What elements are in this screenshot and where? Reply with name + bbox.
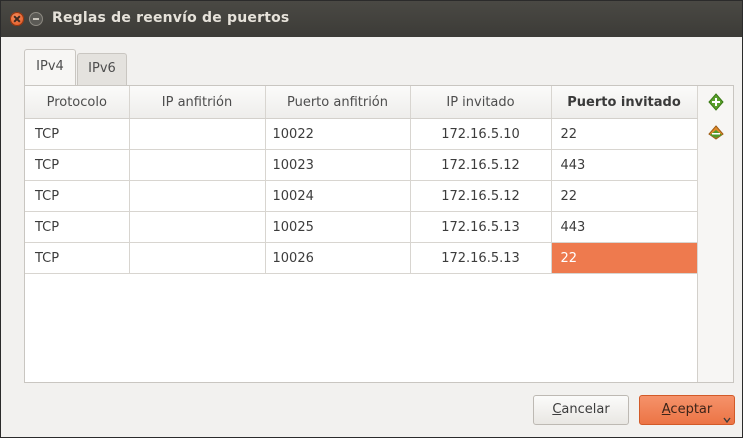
column-header-guest-ip[interactable]: IP invitado	[410, 86, 552, 119]
cancel-button[interactable]: Cancelar	[533, 395, 629, 425]
table-row[interactable]: TCP 10022 172.16.5.10 22	[25, 118, 698, 150]
cell-protocol[interactable]: TCP	[25, 149, 130, 181]
cancel-label: ancelar	[561, 402, 610, 417]
rules-table-container[interactable]: Protocolo IP anfitrión Puerto anfitrión …	[25, 86, 698, 382]
cell-guest-port[interactable]: 22	[551, 180, 698, 212]
accept-button[interactable]: Aceptar	[639, 395, 735, 425]
cell-host-ip[interactable]	[129, 118, 266, 150]
cell-host-port[interactable]: 10024	[265, 180, 411, 212]
cell-protocol[interactable]: TCP	[25, 118, 130, 150]
cell-host-ip[interactable]	[129, 211, 266, 243]
column-header-protocol[interactable]: Protocolo	[25, 86, 130, 119]
cell-guest-port[interactable]: 22	[551, 118, 698, 150]
cell-guest-port[interactable]: 443	[551, 149, 698, 181]
table-header-row: Protocolo IP anfitrión Puerto anfitrión …	[25, 86, 698, 119]
cell-host-port[interactable]: 10022	[265, 118, 411, 150]
tab-ipv6[interactable]: IPv6	[77, 53, 127, 85]
cell-host-ip[interactable]	[129, 242, 266, 274]
tab-ipv4[interactable]: IPv4	[24, 49, 76, 85]
minimize-icon[interactable]	[29, 12, 43, 26]
column-header-host-port[interactable]: Puerto anfitrión	[265, 86, 411, 119]
resize-grip-icon[interactable]	[722, 415, 732, 425]
cell-guest-port-selected[interactable]: 22	[551, 242, 698, 274]
cell-host-ip[interactable]	[129, 149, 266, 181]
cell-host-port[interactable]: 10023	[265, 149, 411, 181]
table-row[interactable]: TCP 10026 172.16.5.13 22	[25, 242, 698, 274]
cell-host-ip[interactable]	[129, 180, 266, 212]
cell-host-port[interactable]: 10025	[265, 211, 411, 243]
dialog-window: Reglas de reenvío de puertos IPv4 IPv6 P…	[0, 0, 743, 438]
cell-host-port[interactable]: 10026	[265, 242, 411, 274]
edit-rule-icon[interactable]	[707, 124, 725, 142]
table-row[interactable]: TCP 10023 172.16.5.12 443	[25, 149, 698, 181]
cell-protocol[interactable]: TCP	[25, 211, 130, 243]
cell-guest-ip[interactable]: 172.16.5.13	[410, 211, 552, 243]
cell-guest-port[interactable]: 443	[551, 211, 698, 243]
add-rule-icon[interactable]	[707, 93, 725, 111]
column-header-host-ip[interactable]: IP anfitrión	[129, 86, 266, 119]
table-row[interactable]: TCP 10024 172.16.5.12 22	[25, 180, 698, 212]
rules-table[interactable]: Protocolo IP anfitrión Puerto anfitrión …	[25, 86, 698, 274]
cell-guest-ip[interactable]: 172.16.5.13	[410, 242, 552, 274]
table-row[interactable]: TCP 10025 172.16.5.13 443	[25, 211, 698, 243]
close-icon[interactable]	[10, 12, 24, 26]
cell-guest-ip[interactable]: 172.16.5.12	[410, 180, 552, 212]
cell-guest-ip[interactable]: 172.16.5.10	[410, 118, 552, 150]
tab-panel: Protocolo IP anfitrión Puerto anfitrión …	[24, 85, 734, 383]
column-header-guest-port[interactable]: Puerto invitado	[551, 86, 698, 119]
window-title: Reglas de reenvío de puertos	[52, 10, 290, 26]
cell-protocol[interactable]: TCP	[25, 180, 130, 212]
cell-protocol[interactable]: TCP	[25, 242, 130, 274]
title-bar[interactable]: Reglas de reenvío de puertos	[1, 1, 742, 37]
accept-label: ceptar	[670, 402, 713, 417]
cell-guest-ip[interactable]: 172.16.5.12	[410, 149, 552, 181]
